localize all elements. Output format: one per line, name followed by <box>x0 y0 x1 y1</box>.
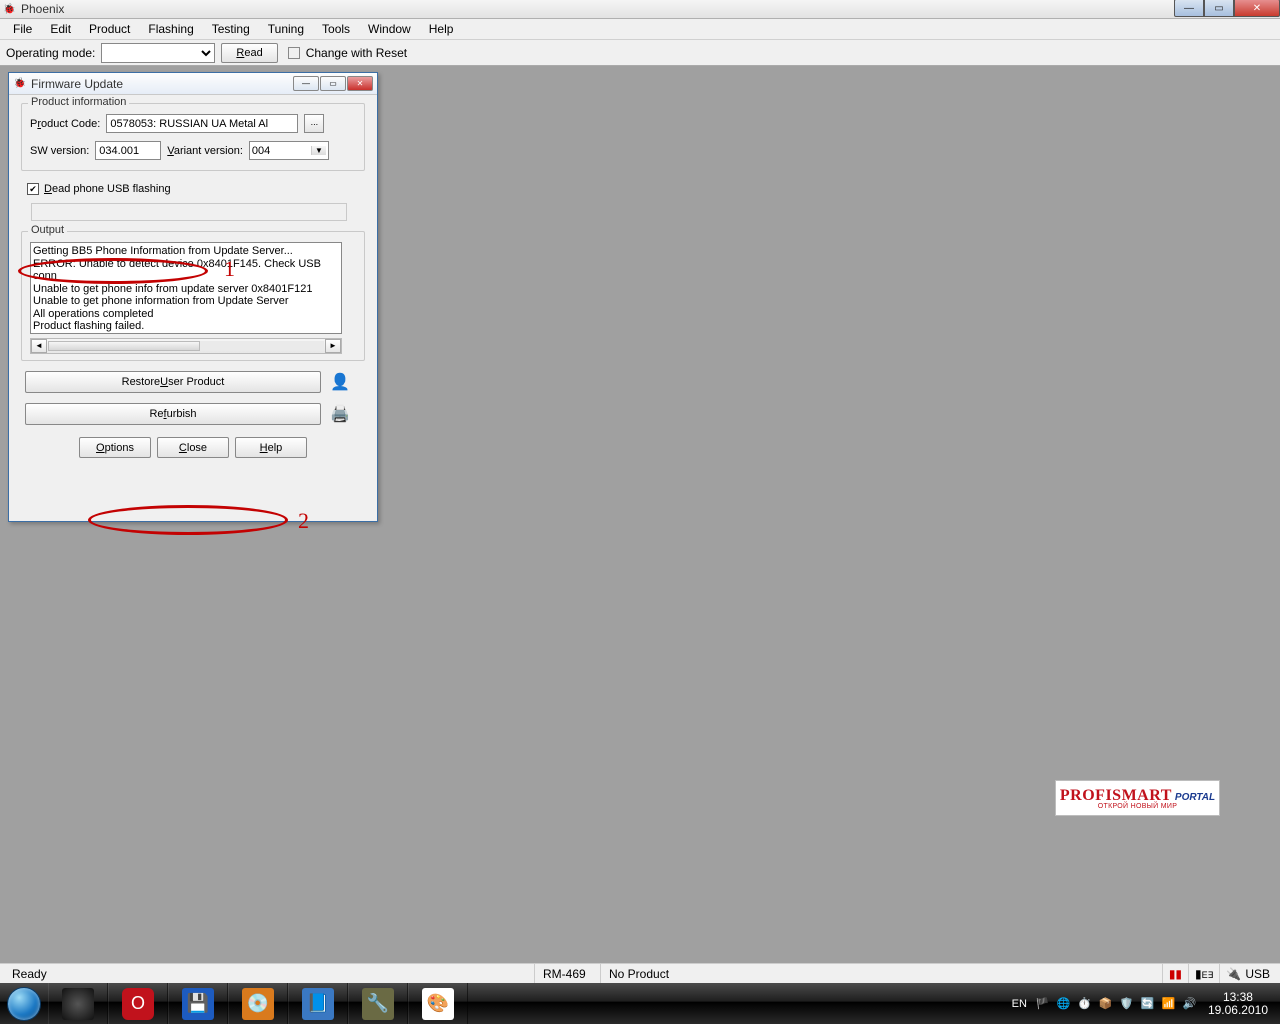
sw-version-label: SW version: <box>30 145 89 157</box>
fu-close-button[interactable]: ✕ <box>347 76 373 91</box>
dropdown-arrow-icon: ▼ <box>311 146 326 155</box>
user-icon: 👤 <box>329 371 351 393</box>
fu-maximize-button[interactable]: ▭ <box>320 76 346 91</box>
taskbar: O 💾 💿 📘 🔧 🎨 EN 🏴 🌐 ⏱️ 📦 🛡️ 🔄 📶 🔊 13:38 1… <box>0 983 1280 1024</box>
change-with-reset-label: Change with Reset <box>306 46 407 60</box>
firmware-update-icon: 🐞 <box>13 77 27 91</box>
close-dialog-button[interactable]: Close <box>157 437 229 458</box>
firmware-update-window: 🐞 Firmware Update — ▭ ✕ Product informat… <box>8 72 378 522</box>
menu-window[interactable]: Window <box>359 20 420 38</box>
menu-edit[interactable]: Edit <box>41 20 80 38</box>
help-button[interactable]: Help <box>235 437 307 458</box>
status-rm: RM-469 <box>534 964 600 983</box>
printer-icon: 🖨️ <box>329 403 351 425</box>
main-titlebar: 🐞 Phoenix — ▭ ✕ <box>0 0 1280 19</box>
annotation-circle-2 <box>88 505 288 535</box>
annotation-number-1: 1 <box>224 256 235 282</box>
taskbar-app-1[interactable] <box>48 983 108 1024</box>
restore-user-product-button[interactable]: Restore User Product <box>25 371 321 393</box>
taskbar-date: 19.06.2010 <box>1208 1004 1268 1017</box>
taskbar-app-opera[interactable]: O <box>108 983 168 1024</box>
variant-version-dropdown[interactable]: 004 ▼ <box>249 141 329 160</box>
product-information-title: Product information <box>28 96 129 108</box>
tray-volume-icon[interactable]: 🔊 <box>1181 995 1198 1012</box>
tray-icon-4[interactable]: 📦 <box>1097 995 1114 1012</box>
output-title: Output <box>28 224 67 236</box>
product-code-label: Product Code: <box>30 118 100 130</box>
product-code-input[interactable] <box>106 114 298 133</box>
dead-phone-row: ✔ Dead phone USB flashing <box>21 179 365 197</box>
firmware-update-title: Firmware Update <box>31 77 292 91</box>
tray-flag-icon[interactable]: 🏴 <box>1034 995 1051 1012</box>
taskbar-app-phoenix[interactable]: 🔧 <box>348 983 408 1024</box>
taskbar-app-5[interactable]: 📘 <box>288 983 348 1024</box>
menubar: File Edit Product Flashing Testing Tunin… <box>0 19 1280 40</box>
dead-phone-checkbox[interactable]: ✔ <box>27 183 39 195</box>
language-indicator[interactable]: EN <box>1007 995 1032 1013</box>
menu-tuning[interactable]: Tuning <box>259 20 313 38</box>
taskbar-app-4[interactable]: 💿 <box>228 983 288 1024</box>
tray-icon-6[interactable]: 🔄 <box>1139 995 1156 1012</box>
status-indicator-1: ▮▮ <box>1162 964 1188 983</box>
toolbar: Operating mode: Read Change with Reset <box>0 40 1280 66</box>
mdi-client: 🐞 Firmware Update — ▭ ✕ Product informat… <box>0 66 1280 944</box>
tray-icon-2[interactable]: 🌐 <box>1055 995 1072 1012</box>
menu-help[interactable]: Help <box>420 20 463 38</box>
statusbar: Ready RM-469 No Product ▮▮ ▮E∃ 🔌USB <box>0 963 1280 983</box>
operating-mode-combo[interactable] <box>101 43 215 63</box>
start-button[interactable] <box>0 983 48 1024</box>
fu-minimize-button[interactable]: — <box>293 76 319 91</box>
scroll-thumb[interactable] <box>48 341 200 351</box>
tray-icon-3[interactable]: ⏱️ <box>1076 995 1093 1012</box>
status-indicator-2: ▮E∃ <box>1188 964 1219 983</box>
annotation-number-2: 2 <box>298 508 309 534</box>
product-code-browse-button[interactable]: ... <box>304 114 324 133</box>
minimize-button[interactable]: — <box>1174 0 1204 17</box>
close-button[interactable]: ✕ <box>1234 0 1280 17</box>
watermark-line1a: PROFISMART <box>1060 787 1172 804</box>
firmware-update-titlebar[interactable]: 🐞 Firmware Update — ▭ ✕ <box>9 73 377 95</box>
menu-product[interactable]: Product <box>80 20 139 38</box>
variant-version-value: 004 <box>252 145 270 157</box>
dead-phone-label: Dead phone USB flashing <box>44 183 171 195</box>
sw-version-input[interactable] <box>95 141 161 160</box>
status-usb: 🔌USB <box>1219 964 1276 983</box>
watermark: PROFISMARTPORTAL ОТКРОЙ НОВЫЙ МИР <box>1055 780 1220 816</box>
output-group: Output ◄ ► <box>21 231 365 361</box>
scroll-left-icon[interactable]: ◄ <box>31 339 47 353</box>
taskbar-clock[interactable]: 13:38 19.06.2010 <box>1200 991 1276 1017</box>
menu-testing[interactable]: Testing <box>203 20 259 38</box>
usb-plug-icon: 🔌 <box>1226 967 1241 981</box>
output-hscrollbar[interactable]: ◄ ► <box>30 338 342 354</box>
tray-network-icon[interactable]: 📶 <box>1160 995 1177 1012</box>
variant-version-label: Variant version: <box>167 145 243 157</box>
output-textarea[interactable] <box>30 242 342 334</box>
operating-mode-label: Operating mode: <box>6 46 95 60</box>
main-window-controls: — ▭ ✕ <box>1174 0 1280 17</box>
menu-flashing[interactable]: Flashing <box>139 20 202 38</box>
menu-file[interactable]: File <box>4 20 41 38</box>
watermark-line1b: PORTAL <box>1175 792 1215 803</box>
menu-tools[interactable]: Tools <box>313 20 359 38</box>
main-window-title: Phoenix <box>21 2 1278 16</box>
options-button[interactable]: Options <box>79 437 151 458</box>
refurbish-button[interactable]: Refurbish <box>25 403 321 425</box>
scroll-right-icon[interactable]: ► <box>325 339 341 353</box>
change-with-reset-checkbox[interactable] <box>288 47 300 59</box>
status-no-product: No Product <box>600 964 900 983</box>
maximize-button[interactable]: ▭ <box>1204 0 1234 17</box>
read-button[interactable]: Read <box>221 43 277 63</box>
tray-icon-5[interactable]: 🛡️ <box>1118 995 1135 1012</box>
annotation-circle-1 <box>18 258 208 284</box>
taskbar-app-paint[interactable]: 🎨 <box>408 983 468 1024</box>
status-ready: Ready <box>4 964 534 983</box>
empty-panel <box>31 203 347 221</box>
app-icon: 🐞 <box>2 2 17 17</box>
taskbar-time: 13:38 <box>1208 991 1268 1004</box>
product-information-group: Product information Product Code: ... SW… <box>21 103 365 171</box>
taskbar-app-save[interactable]: 💾 <box>168 983 228 1024</box>
system-tray: EN 🏴 🌐 ⏱️ 📦 🛡️ 🔄 📶 🔊 13:38 19.06.2010 <box>1007 983 1280 1024</box>
watermark-line2: ОТКРОЙ НОВЫЙ МИР <box>1098 803 1177 810</box>
